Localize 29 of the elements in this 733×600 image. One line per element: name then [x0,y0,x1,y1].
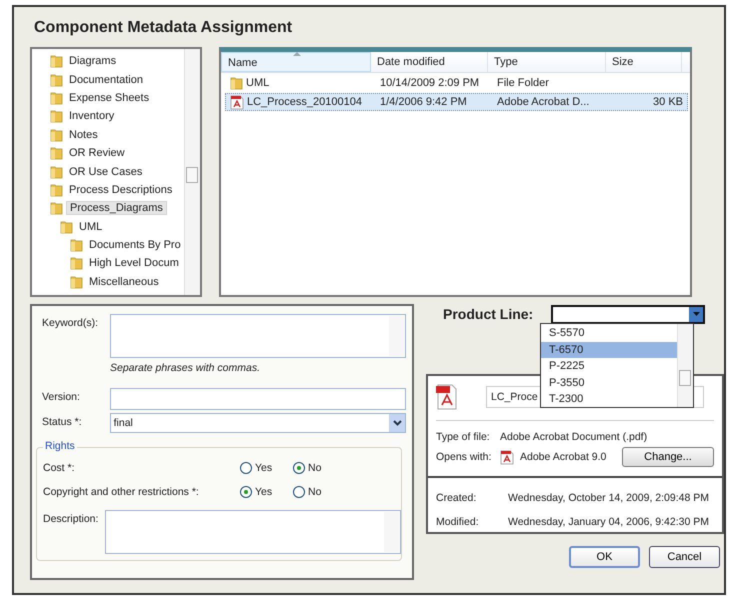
property-label: Modified: [436,516,480,528]
table-cell: File Folder [497,77,549,89]
radio-label: No [308,486,322,498]
field-label: Product Line: [443,306,534,322]
table-cell: 10/14/2009 2:09 PM [380,77,480,89]
question-label: Copyright and other restrictions *: [43,486,200,498]
table-cell: LC_Process_20100104 [247,96,362,108]
field-label: Status *: [42,415,83,428]
property-label: Created: [436,492,478,504]
question-label: Cost *: [43,462,76,474]
property-label: Opens with: [436,451,492,463]
field-label: Description: [43,512,100,525]
property-label: Type of file: [436,431,491,443]
table-cell: 30 KB [653,96,683,108]
table-cell: UML [246,77,270,89]
hint-text: Separate phrases with commas. [110,362,261,374]
radio-label: Yes [255,462,272,474]
field-label: Version: [42,390,81,403]
window-title: Component Metadata Assignment [34,19,292,37]
property-value: Wednesday, January 04, 2006, 9:42:30 PM [508,516,709,528]
table-cell: 1/4/2006 9:42 PM [380,96,467,108]
table-cell: Adobe Acrobat D... [497,96,590,108]
radio-label: Yes [255,486,272,498]
group-title: Rights [43,440,77,452]
radio-label: No [308,462,322,474]
property-value: Adobe Acrobat Document (.pdf) [500,431,648,443]
property-value: Wednesday, October 14, 2009, 2:09:48 PM [508,492,709,504]
property-value: Adobe Acrobat 9.0 [520,451,606,463]
field-label: Keyword(s): [42,316,100,329]
